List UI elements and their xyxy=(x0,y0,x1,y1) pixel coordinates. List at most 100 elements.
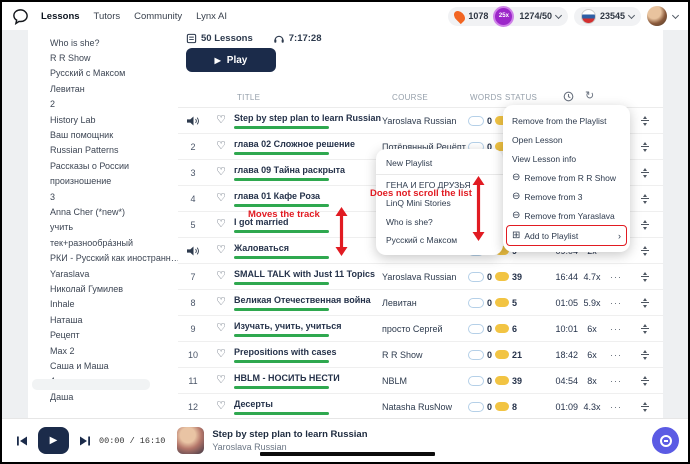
favorite-heart-icon[interactable]: ♡ xyxy=(208,141,234,152)
drag-handle[interactable] xyxy=(626,116,663,126)
favorite-heart-icon[interactable]: ♡ xyxy=(208,115,234,126)
drag-handle[interactable] xyxy=(626,194,663,204)
more-options-icon[interactable]: ··· xyxy=(606,272,626,282)
favorite-heart-icon[interactable]: ♡ xyxy=(208,323,234,334)
nav-item-lessons[interactable]: Lessons xyxy=(41,11,80,22)
chat-support-button[interactable] xyxy=(652,427,679,454)
more-options-icon[interactable]: ··· xyxy=(606,298,626,308)
favorite-heart-icon[interactable]: ♡ xyxy=(208,245,234,256)
drag-handle[interactable] xyxy=(626,324,663,334)
lesson-title-cell[interactable]: HBLM - НОСИТЬ НЕСТИ xyxy=(234,373,382,389)
refresh-icon[interactable]: ↻ xyxy=(585,89,595,102)
lesson-title-cell[interactable]: глава 02 Сложное решение xyxy=(234,139,382,155)
row-number: 5 xyxy=(178,220,208,230)
known-words-pill-icon xyxy=(495,376,509,385)
lesson-title: глава 01 Кафе Роза xyxy=(234,191,382,201)
sidebar-playlist-item[interactable]: Наташа xyxy=(28,312,178,327)
sidebar-playlist-item[interactable]: Anna Cher (*new*) xyxy=(28,204,178,219)
sidebar-playlist-item[interactable]: Ваш помощник xyxy=(28,127,178,142)
drag-handle[interactable] xyxy=(626,220,663,230)
context-menu-item-remove-from-3[interactable]: ⊖Remove from 3 xyxy=(503,187,630,206)
drag-handle[interactable] xyxy=(626,168,663,178)
context-menu-item-remove-from-yaraslava[interactable]: ⊖Remove from Yaraslava xyxy=(503,206,630,225)
favorite-heart-icon[interactable]: ♡ xyxy=(208,167,234,178)
sidebar-playlist-item[interactable]: Yaraslava xyxy=(28,266,178,281)
sidebar-playlist-item[interactable]: R R Show xyxy=(28,50,178,65)
sidebar-playlist-item[interactable]: тек+разнообра́зный xyxy=(28,235,178,250)
favorite-heart-icon[interactable]: ♡ xyxy=(208,401,234,412)
lesson-title-cell[interactable]: глава 09 Тайна раскрыта xyxy=(234,165,382,181)
context-menu-item-open-lesson[interactable]: Open Lesson xyxy=(503,130,630,149)
player-play-button[interactable]: ▶ xyxy=(38,427,69,454)
row-number: 9 xyxy=(178,324,208,334)
coins-count: 1274/50 xyxy=(519,11,552,21)
favorite-heart-icon[interactable]: ♡ xyxy=(208,193,234,204)
next-track-button[interactable] xyxy=(79,435,91,447)
sidebar-playlist-item[interactable]: Рассказы о России xyxy=(28,158,178,173)
drag-handle[interactable] xyxy=(626,246,663,256)
sidebar-playlist-item[interactable]: Who is she? xyxy=(28,35,178,50)
sidebar-playlist-item[interactable]: Inhale xyxy=(28,297,178,312)
more-options-icon[interactable]: ··· xyxy=(606,402,626,412)
drag-handle[interactable] xyxy=(626,402,663,412)
drag-handle[interactable] xyxy=(626,272,663,282)
playlist-option[interactable]: New Playlist xyxy=(376,154,503,173)
sidebar-playlist-item[interactable]: Русский с Максом xyxy=(28,66,178,81)
lesson-title-cell[interactable]: Жаловаться xyxy=(234,243,382,259)
drag-handle[interactable] xyxy=(626,298,663,308)
nav-item-lynx-ai[interactable]: Lynx AI xyxy=(196,11,227,22)
sidebar-playlist-item[interactable]: учить xyxy=(28,220,178,235)
sidebar-playlist-item[interactable]: Даша xyxy=(28,389,178,404)
sidebar-playlist-item[interactable]: 2 xyxy=(28,97,178,112)
nav-item-tutors[interactable]: Tutors xyxy=(94,11,121,22)
sidebar-playlist-item[interactable]: Рецепт xyxy=(28,327,178,342)
sidebar-item-partial[interactable] xyxy=(32,379,150,390)
play-all-button[interactable]: ▶ Play xyxy=(186,48,276,72)
lesson-title-cell[interactable]: Десерты xyxy=(234,399,382,415)
clock-icon[interactable] xyxy=(563,91,574,102)
user-avatar[interactable] xyxy=(647,6,667,26)
favorite-heart-icon[interactable]: ♡ xyxy=(208,219,234,230)
sidebar-playlist-item[interactable]: произношение xyxy=(28,174,178,189)
known-words-count: 21 xyxy=(512,350,522,360)
lesson-title-cell[interactable]: SMALL TALK with Just 11 Topics xyxy=(234,269,382,285)
sidebar-playlist-item[interactable]: Max 2 xyxy=(28,343,178,358)
sidebar-playlist-item[interactable]: Russian Patterns xyxy=(28,143,178,158)
chevron-down-icon[interactable] xyxy=(672,11,679,18)
context-menu-item-remove-from-r-r-show[interactable]: ⊖Remove from R R Show xyxy=(503,168,630,187)
drag-handle[interactable] xyxy=(626,350,663,360)
lesson-title-cell[interactable]: Великая Отечественная война xyxy=(234,295,382,311)
lesson-row: 10♡Prepositions with casesR R Show02118:… xyxy=(178,342,663,368)
lesson-course: просто Сергей xyxy=(382,324,468,334)
lesson-title-cell[interactable]: Изучать, учить, учиться xyxy=(234,321,382,337)
playlist-meta: 50 Lessons 7:17:28 xyxy=(186,32,322,44)
favorite-heart-icon[interactable]: ♡ xyxy=(208,271,234,282)
favorite-heart-icon[interactable]: ♡ xyxy=(208,349,234,360)
lesson-course: Yaroslava Russian xyxy=(382,272,468,282)
favorite-heart-icon[interactable]: ♡ xyxy=(208,375,234,386)
previous-track-button[interactable] xyxy=(16,435,28,447)
sidebar-playlist-item[interactable]: Левитан xyxy=(28,81,178,96)
context-menu-item-view-lesson-info[interactable]: View Lesson info xyxy=(503,149,630,168)
lingq-logo-icon[interactable] xyxy=(12,8,29,25)
language-pill[interactable]: 23545 xyxy=(574,7,641,26)
more-options-icon[interactable]: ··· xyxy=(606,324,626,334)
sidebar-playlist-item[interactable]: History Lab xyxy=(28,112,178,127)
more-options-icon[interactable]: ··· xyxy=(606,350,626,360)
sidebar-playlist-item[interactable]: 3 xyxy=(28,189,178,204)
sidebar-playlist-item[interactable]: Саша и Маша xyxy=(28,358,178,373)
nav-item-community[interactable]: Community xyxy=(134,11,182,22)
drag-handle[interactable] xyxy=(626,142,663,152)
multiplier-badge: 25x xyxy=(493,6,514,27)
sidebar-playlist-item[interactable]: РКИ - Русский как иностранн… xyxy=(28,250,178,265)
context-menu-item-add-to-playlist[interactable]: ⊞Add to Playlist› xyxy=(506,225,627,246)
lesson-title-cell[interactable]: Prepositions with cases xyxy=(234,347,382,363)
lesson-title-cell[interactable]: Step by step plan to learn Russian xyxy=(234,113,382,129)
streak-pill[interactable]: 1078 25x 1274/50 xyxy=(448,7,568,26)
context-menu-item-remove-from-the-playlist[interactable]: Remove from the Playlist xyxy=(503,111,630,130)
lesson-title-cell[interactable]: глава 01 Кафе Роза xyxy=(234,191,382,207)
sidebar-playlist-item[interactable]: Николай Гумилев xyxy=(28,281,178,296)
drag-handle[interactable] xyxy=(626,376,663,386)
favorite-heart-icon[interactable]: ♡ xyxy=(208,297,234,308)
more-options-icon[interactable]: ··· xyxy=(606,376,626,386)
